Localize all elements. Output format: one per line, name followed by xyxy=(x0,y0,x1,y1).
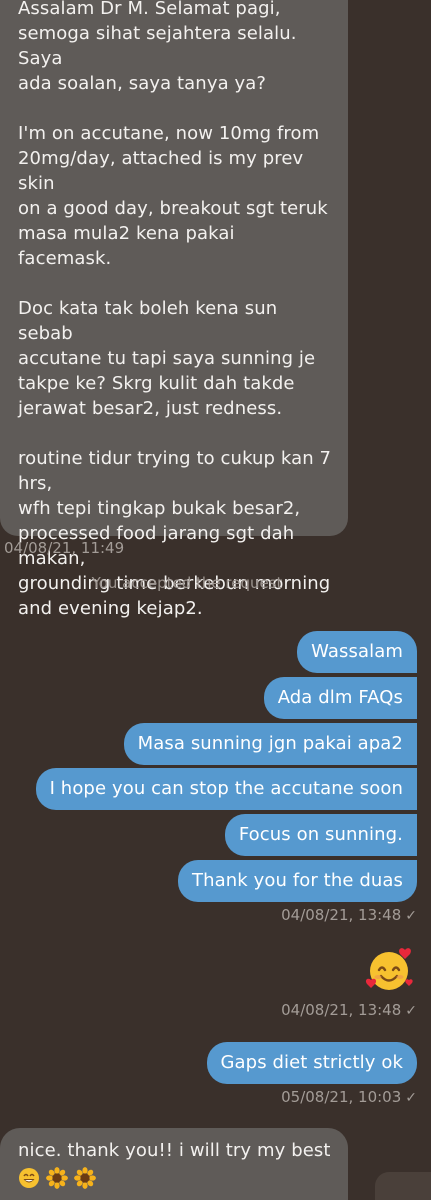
incoming-message-bubble[interactable]: Assalam Dr M. Selamat pagi, semoga sihat… xyxy=(0,0,348,619)
system-notice: You accepted the request xyxy=(91,574,283,592)
sunflower-icon xyxy=(73,1167,96,1189)
message-line: takpe ke? Skrg kulit dah takde xyxy=(18,373,295,394)
incoming-message-bubble[interactable]: nice. thank you!! i will try my best xyxy=(0,1128,348,1200)
emoji-message[interactable] xyxy=(365,946,415,996)
message-paragraph: Doc kata tak boleh kena sun sebab accuta… xyxy=(18,296,332,421)
message-line: jerawat besar2, just redness. xyxy=(18,398,283,419)
message-paragraph: Assalam Dr M. Selamat pagi, semoga sihat… xyxy=(18,0,332,96)
message-text: Wassalam xyxy=(311,641,403,662)
message-text: I hope you can stop the accutane soon xyxy=(49,778,403,799)
read-check-icon: ✓ xyxy=(405,1003,417,1019)
message-timestamp: 05/08/21, 10:03 ✓ xyxy=(281,1088,417,1106)
outgoing-message-bubble[interactable]: Gaps diet strictly ok xyxy=(206,1042,417,1084)
message-text: Ada dlm FAQs xyxy=(277,687,403,708)
message-line: Doc kata tak boleh kena sun sebab xyxy=(18,298,278,344)
message-timestamp: 04/08/21, 13:48 ✓ xyxy=(281,1001,417,1019)
message-paragraph: routine tidur trying to cukup kan 7 hrs,… xyxy=(18,446,332,621)
message-timestamp: 04/08/21, 13:48 ✓ xyxy=(281,906,417,924)
timestamp-text: 05/08/21, 10:03 xyxy=(281,1088,402,1106)
outgoing-message-bubble[interactable]: I hope you can stop the accutane soon xyxy=(35,768,417,810)
message-line: 20mg/day, attached is my prev skin xyxy=(18,148,304,194)
message-line: accutane tu tapi saya sunning je xyxy=(18,348,316,369)
read-check-icon: ✓ xyxy=(405,908,417,924)
message-line: routine tidur trying to cukup kan 7 xyxy=(18,448,332,469)
scroll-to-bottom-handle[interactable] xyxy=(375,1172,431,1200)
smiling-face-with-hearts-icon xyxy=(365,948,413,990)
message-text: nice. thank you!! i will try my best xyxy=(18,1140,331,1161)
message-line: semoga sihat sejahtera selalu. Saya xyxy=(18,23,297,69)
outgoing-message-bubble[interactable]: Ada dlm FAQs xyxy=(263,677,417,719)
message-text: Gaps diet strictly ok xyxy=(220,1052,403,1073)
message-line: and evening kejap2. xyxy=(18,598,203,619)
message-paragraph: I'm on accutane, now 10mg from 20mg/day,… xyxy=(18,121,332,271)
message-line: ada soalan, saya tanya ya? xyxy=(18,73,267,94)
message-timestamp: 04/08/21, 11:49 xyxy=(4,539,125,557)
outgoing-message-bubble[interactable]: Masa sunning jgn pakai apa2 xyxy=(123,723,417,765)
message-text: Masa sunning jgn pakai apa2 xyxy=(137,733,403,754)
grinning-face-icon xyxy=(19,1168,39,1188)
message-line: hrs, xyxy=(18,473,53,494)
outgoing-message-bubble[interactable]: Thank you for the duas xyxy=(178,860,417,902)
read-check-icon: ✓ xyxy=(405,1090,417,1106)
message-line: on a good day, breakout sgt teruk xyxy=(18,198,328,219)
message-line: I'm on accutane, now 10mg from xyxy=(18,123,320,144)
message-text: Thank you for the duas xyxy=(192,870,403,891)
outgoing-message-bubble[interactable]: Wassalam xyxy=(297,631,417,673)
message-line: Assalam Dr M. Selamat pagi, xyxy=(18,0,281,19)
emoji-row xyxy=(18,1165,332,1189)
message-text: Focus on sunning. xyxy=(238,824,403,845)
message-line: masa mula2 kena pakai facemask. xyxy=(18,223,235,269)
sunflower-icon xyxy=(45,1167,68,1189)
timestamp-text: 04/08/21, 13:48 xyxy=(281,906,402,924)
outgoing-message-bubble[interactable]: Focus on sunning. xyxy=(224,814,417,856)
message-line: wfh tepi tingkap bukak besar2, xyxy=(18,498,301,519)
timestamp-text: 04/08/21, 13:48 xyxy=(281,1001,402,1019)
